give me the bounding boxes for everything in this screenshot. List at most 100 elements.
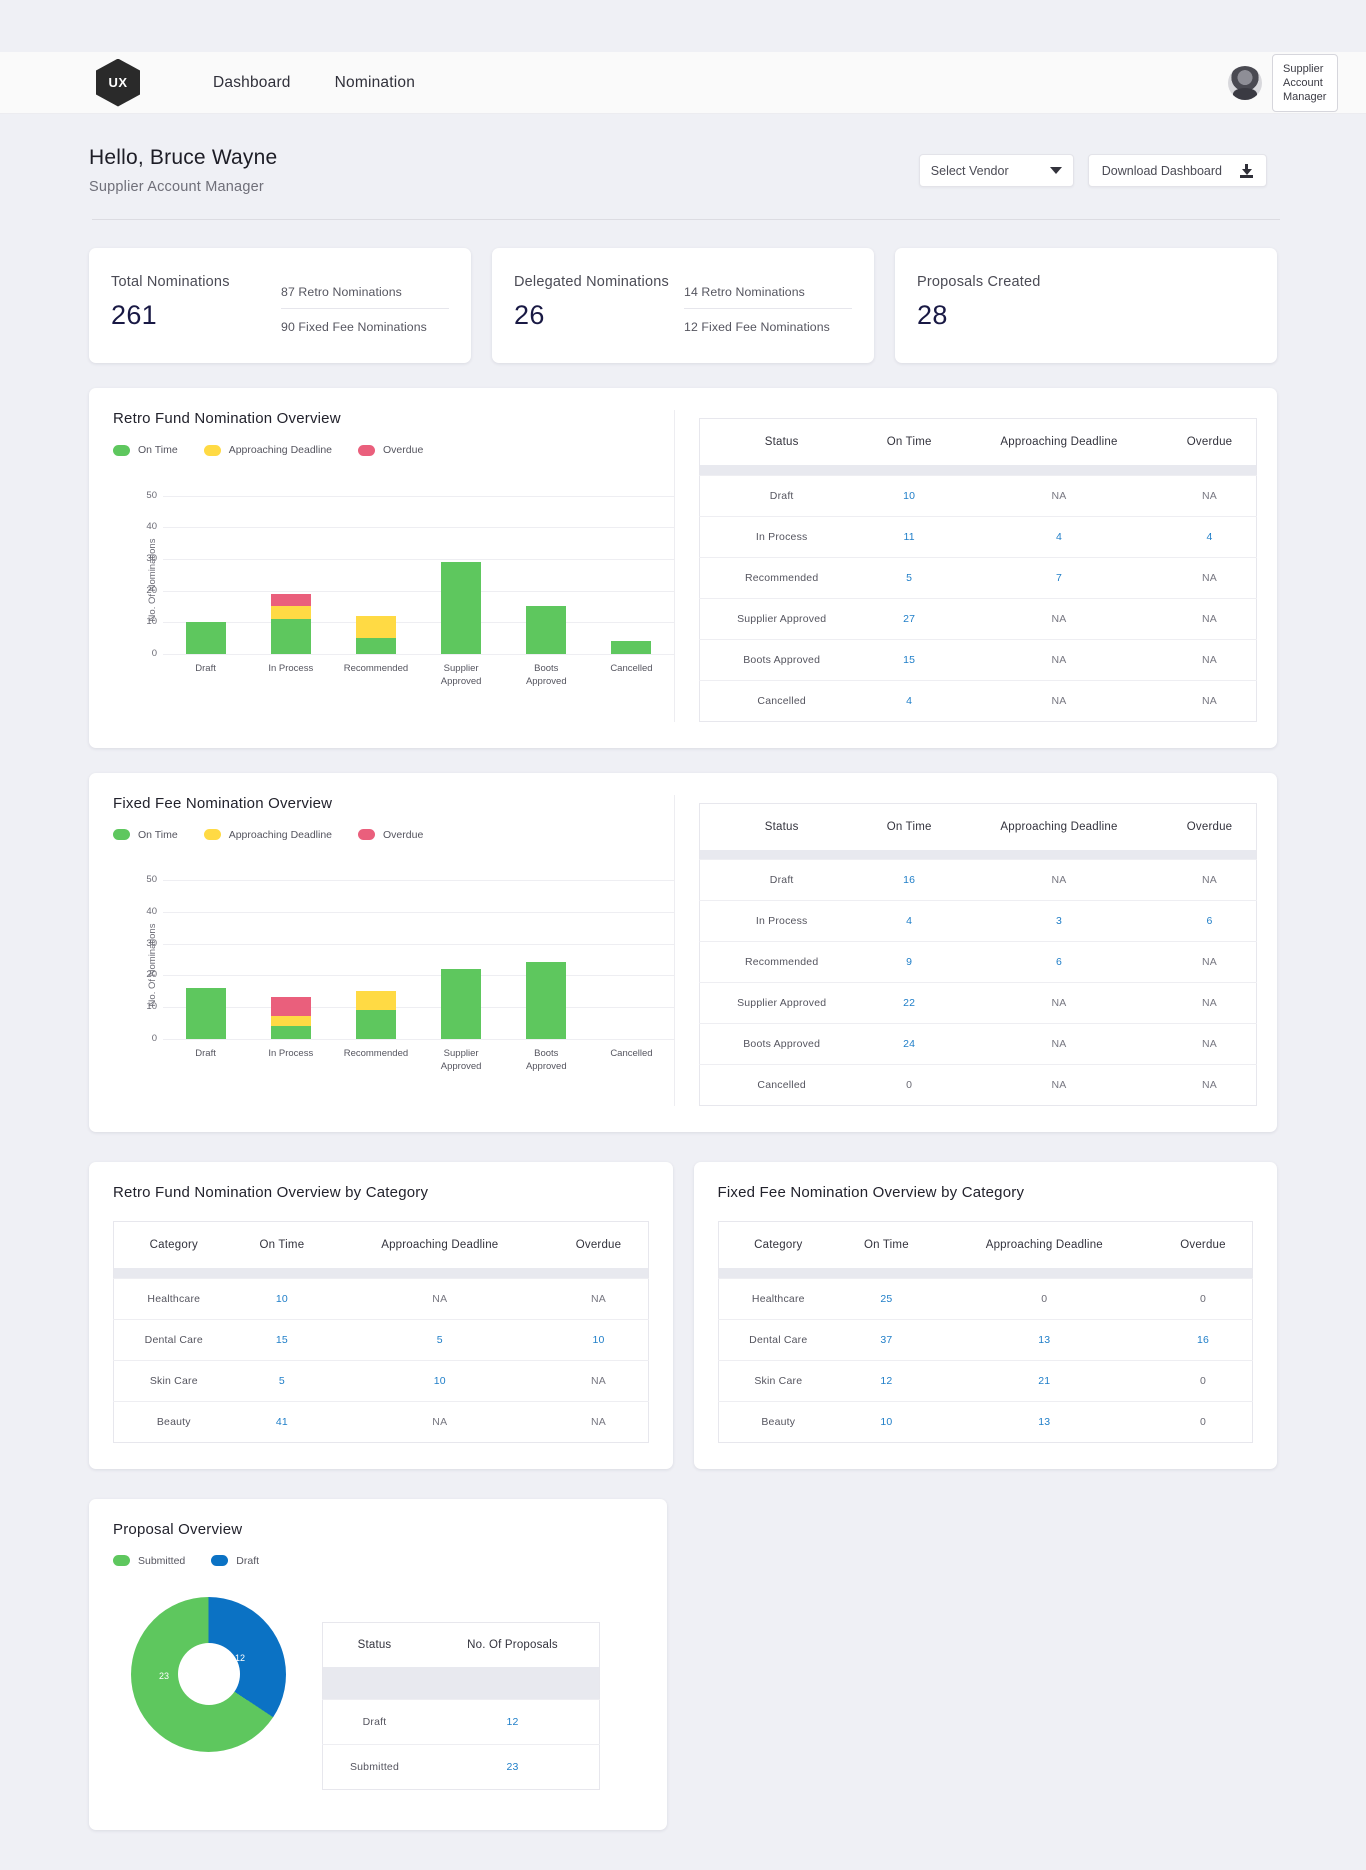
- bar-segment[interactable]: [270, 997, 311, 1017]
- row-label: In Process: [699, 515, 864, 557]
- cell-na: NA: [954, 597, 1164, 639]
- cell-na: NA: [1163, 638, 1257, 680]
- cell-value-link[interactable]: 16: [863, 859, 955, 901]
- cell-value-link[interactable]: 15: [863, 638, 955, 680]
- bar-segment[interactable]: [526, 606, 567, 654]
- cell-value-link[interactable]: 25: [838, 1277, 935, 1319]
- cell-value-link[interactable]: 12: [838, 1359, 935, 1401]
- avatar[interactable]: [1228, 65, 1262, 100]
- cell-value-link[interactable]: 13: [934, 1318, 1154, 1360]
- stacked-bar[interactable]: [185, 987, 226, 1039]
- cell-value-link[interactable]: 3: [954, 900, 1164, 942]
- cell-value-link[interactable]: 13: [934, 1400, 1154, 1442]
- cell-value-link[interactable]: 5: [330, 1318, 550, 1360]
- row-label: Supplier Approved: [699, 597, 864, 639]
- cell-value-link[interactable]: 41: [233, 1400, 331, 1442]
- cell-value-link[interactable]: 23: [425, 1743, 600, 1789]
- bar-segment[interactable]: [270, 619, 311, 654]
- cell-value-link[interactable]: 10: [838, 1400, 935, 1442]
- bar-segment[interactable]: [355, 990, 396, 1010]
- stat-card-line: 90 Fixed Fee Nominations: [281, 308, 449, 343]
- cell-value-link[interactable]: 24: [863, 1023, 955, 1065]
- download-icon: [1240, 163, 1253, 178]
- bar-segment[interactable]: [355, 615, 396, 639]
- table-header: Status On Time Approaching Deadline Overdue: [700, 419, 1257, 466]
- row-label: Boots Approved: [699, 1023, 864, 1065]
- nav-item-nomination[interactable]: Nomination: [335, 74, 415, 92]
- proposal-table: Status No. Of Proposals Draft 12 Submitted 23: [322, 1621, 600, 1790]
- bar-segment[interactable]: [270, 1016, 311, 1026]
- stacked-bar[interactable]: [270, 593, 311, 654]
- table-header-row: Status On Time Approaching Deadline Overdue: [700, 419, 1257, 466]
- bar-segment[interactable]: [185, 622, 226, 654]
- cell-value-link[interactable]: 10: [863, 474, 955, 516]
- greeting-actions: Select Vendor Download Dashboard: [918, 146, 1267, 187]
- bar-segment[interactable]: [270, 593, 311, 607]
- stacked-bar[interactable]: [611, 641, 652, 654]
- column-header: Status: [357, 1638, 392, 1651]
- legend-color-swatch: [113, 1555, 130, 1566]
- vendor-select[interactable]: Select Vendor: [918, 154, 1074, 187]
- cell-value-link[interactable]: 4: [863, 900, 955, 942]
- cell-value-link[interactable]: 12: [425, 1698, 600, 1744]
- table-header: Category On Time Approaching Deadline Overd…: [718, 1222, 1253, 1269]
- stacked-bar[interactable]: [526, 606, 567, 654]
- bar-segment[interactable]: [611, 641, 652, 654]
- stat-card-line: 14 Retro Nominations: [684, 285, 805, 299]
- stacked-bar[interactable]: [526, 962, 567, 1039]
- bar-segment[interactable]: [355, 1009, 396, 1039]
- bar-segment[interactable]: [270, 1025, 311, 1039]
- bar-segment[interactable]: [355, 638, 396, 654]
- cell-value-link[interactable]: 37: [838, 1318, 935, 1360]
- cell-value-link[interactable]: 10: [330, 1359, 550, 1401]
- stacked-bar[interactable]: [270, 997, 311, 1039]
- bar-segment[interactable]: [441, 561, 482, 654]
- cell-value-link[interactable]: 16: [1153, 1318, 1253, 1360]
- cell-value-link[interactable]: 4: [1163, 515, 1257, 557]
- bar-segment[interactable]: [526, 962, 567, 1039]
- cell-value-link[interactable]: 10: [549, 1318, 648, 1360]
- stacked-bar[interactable]: [185, 622, 226, 654]
- cell-value-link[interactable]: 5: [233, 1359, 331, 1401]
- y-axis-tick: 50: [146, 489, 157, 501]
- legend-color-swatch: [113, 829, 130, 840]
- greeting-row: Hello, Bruce Wayne Supplier Account Mana…: [0, 114, 1366, 195]
- cell-value-link[interactable]: 5: [863, 556, 955, 598]
- x-axis-label: In Process: [268, 1047, 314, 1059]
- nav-item-dashboard[interactable]: Dashboard: [213, 74, 291, 92]
- x-axis-label: Cancelled: [610, 1047, 653, 1059]
- cell-value-link[interactable]: 6: [1163, 900, 1257, 942]
- cell-value-link[interactable]: 27: [863, 597, 955, 639]
- bar-column: [333, 865, 418, 1039]
- cell-value-link[interactable]: 21: [934, 1359, 1154, 1401]
- cell-value-link[interactable]: 15: [233, 1318, 331, 1360]
- cell-value-link[interactable]: 6: [954, 941, 1164, 983]
- download-dashboard-button[interactable]: Download Dashboard: [1087, 154, 1267, 187]
- header-separator: [699, 849, 1257, 860]
- stacked-bar[interactable]: [441, 968, 482, 1039]
- bar-segment[interactable]: [441, 968, 482, 1039]
- cell-na: NA: [330, 1277, 550, 1319]
- stat-cards: Total Nominations 261 87 Retro Nominations…: [0, 220, 1366, 363]
- cell-value-link[interactable]: 7: [954, 556, 1164, 598]
- cell-value-link[interactable]: 11: [863, 515, 955, 557]
- column-header: On Time: [886, 436, 932, 448]
- nav-links: Dashboard Nomination: [213, 74, 415, 92]
- stacked-bar[interactable]: [355, 990, 396, 1039]
- bar-segment[interactable]: [185, 987, 226, 1039]
- cell-value-link[interactable]: 9: [863, 941, 955, 983]
- role-badge[interactable]: Supplier Account Manager: [1272, 53, 1338, 112]
- page-title: Hello, Bruce Wayne: [89, 146, 278, 169]
- row-label: Cancelled: [699, 1064, 864, 1106]
- bar-segment[interactable]: [270, 606, 311, 619]
- app-logo[interactable]: UX: [96, 58, 140, 107]
- cell-value-link[interactable]: 4: [863, 679, 955, 721]
- cell-value-link[interactable]: 22: [863, 982, 955, 1024]
- cell-value-link[interactable]: 4: [954, 515, 1164, 557]
- y-axis-tick: 10: [146, 1000, 157, 1012]
- cell-value-link[interactable]: 10: [233, 1277, 331, 1319]
- stacked-bar[interactable]: [441, 561, 482, 654]
- stacked-bar[interactable]: [355, 615, 396, 654]
- legend-color-swatch: [211, 1555, 229, 1566]
- row-label: Healthcare: [113, 1277, 234, 1319]
